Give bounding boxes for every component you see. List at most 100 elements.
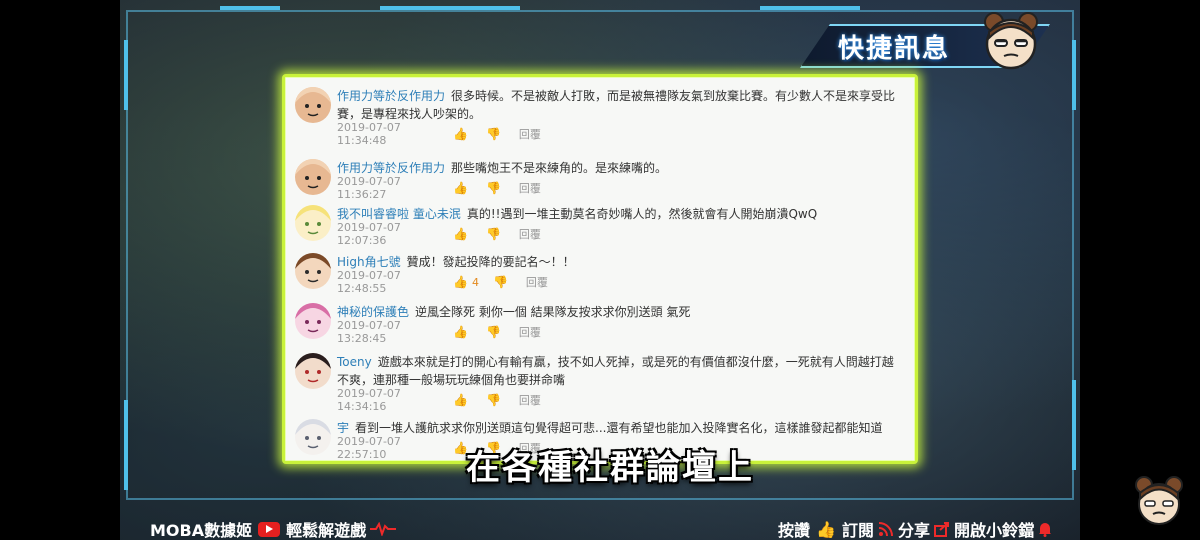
thumbs-down-icon: 👎 [485,393,501,407]
channel-slogan: 輕鬆解遊戲 [286,521,367,540]
comment-timestamp: 2019-07-07 13:28:45 [337,319,401,345]
user-avatar-icon[interactable] [295,419,331,455]
reply-button[interactable]: 回覆 [519,226,541,242]
like-button[interactable]: 👍 4 [453,275,479,289]
video-subtitle: 在各種社群論壇上 [466,448,754,488]
youtube-icon [258,521,281,537]
comment-meta: 2019-07-07 13:28:45 👍 👎 回覆 [337,319,915,345]
channel-footer: MOBA數據姬 輕鬆解遊戲 按讚 👍 訂閱 分享 開啟小鈴鐺 [150,518,1060,540]
comment-meta: 2019-07-07 11:36:27 👍 👎 回覆 [337,175,915,201]
comment-timestamp: 2019-07-07 11:34:48 [337,121,401,147]
comment-username[interactable]: 我不叫睿睿啦 童心未泯 [337,207,461,221]
comment-username[interactable]: Toeny [337,355,372,369]
comment-body: 作用力等於反作用力 很多時候。不是被敵人打敗，而是被無禮隊友氣到放棄比賽。有少數人… [337,87,915,123]
user-avatar-icon[interactable] [295,159,331,195]
comment-item: 作用力等於反作用力 那些嘴炮王不是來練角的。是來練嘴的。 2019-07-07 1… [285,159,915,201]
thumbs-up-icon: 👍 [816,519,836,539]
hud-tick [124,40,128,110]
channel-name: MOBA數據姬 [150,521,253,540]
comment-timestamp: 2019-07-07 11:36:27 [337,175,401,201]
like-button[interactable]: 👍 [453,227,472,241]
comment-timestamp: 2019-07-07 12:48:55 [337,269,401,295]
hud-tick [220,6,280,10]
comment-list-panel: 作用力等於反作用力 很多時候。不是被敵人打敗，而是被無禮隊友氣到放棄比賽。有少數人… [282,74,918,464]
rss-icon [878,522,893,537]
thumbs-down-icon: 👎 [485,181,501,195]
dislike-button[interactable]: 👎 [486,227,501,241]
mascot-face-icon [984,12,1038,70]
subscribe-prompt: 訂閱 [841,521,874,540]
bell-icon [1039,523,1051,537]
comment-meta: 2019-07-07 12:07:36 👍 👎 回覆 [337,221,915,247]
comment-timestamp: 2019-07-07 12:07:36 [337,221,401,247]
reply-button[interactable]: 回覆 [526,274,548,290]
like-count: 4 [471,275,479,289]
reply-button[interactable]: 回覆 [519,324,541,340]
hud-tick [760,6,860,10]
comment-item: 神秘的保護色 逆風全隊死 剩你一個 結果隊友按求求你別送頭 氣死 2019-07-… [285,303,915,345]
comment-text: 那些嘴炮王不是來練角的。是來練嘴的。 [451,161,668,175]
dislike-button[interactable]: 👎 [486,181,501,195]
dislike-button[interactable]: 👎 [486,393,501,407]
dislike-button[interactable]: 👎 [486,127,501,141]
user-avatar-icon[interactable] [295,87,331,123]
comment-item: 我不叫睿睿啦 童心未泯 真的!!遇到一堆主動莫名奇妙嘴人的，然後就會有人開始崩潰Q… [285,205,915,247]
comment-username[interactable]: High角七號 [337,255,401,269]
thumbs-up-icon: 👍 [453,393,468,407]
comment-text: 遊戲本來就是打的開心有輸有贏，技不如人死掉，或是死的有價值都沒什麼，一死就有人問… [337,355,894,387]
thumbs-up-icon: 👍 [453,325,468,339]
comment-username[interactable]: 神秘的保護色 [337,305,409,319]
thumbs-up-icon: 👍 [453,181,468,195]
user-avatar-icon[interactable] [295,303,331,339]
thumbs-down-icon: 👎 [485,127,501,141]
hud-tick [1072,380,1076,470]
like-prompt: 按讚 [778,521,811,540]
corner-mascot-icon [1135,476,1183,525]
user-avatar-icon[interactable] [295,205,331,241]
letterbox-right [1080,0,1200,540]
heartbeat-icon [370,522,397,536]
bell-prompt: 開啟小鈴鐺 [953,521,1034,540]
comment-meta: 2019-07-07 11:34:48 👍 👎 回覆 [337,121,915,147]
hud-tick [380,6,520,10]
comment-meta: 2019-07-07 14:34:16 👍 👎 回覆 [337,387,915,413]
reply-button[interactable]: 回覆 [519,180,541,196]
share-prompt: 分享 [897,521,930,540]
comment-timestamp: 2019-07-07 14:34:16 [337,387,401,413]
comment-timestamp: 2019-07-07 22:57:10 [337,435,401,461]
video-frame: 快捷訊息 作用力等於反作用力 很多時候。不是被敵人打敗，而是被無禮隊友氣到放棄比賽… [120,0,1080,540]
comment-username[interactable]: 宇 [337,421,349,435]
thumbs-down-icon: 👎 [492,275,508,289]
comment-item: High角七號 贊成！發起投降的要記名～！！ 2019-07-07 12:48:5… [285,253,915,295]
thumbs-up-icon: 👍 [453,127,468,141]
comment-meta: 2019-07-07 12:48:55 👍 4 👎 回覆 [337,269,915,295]
comment-username[interactable]: 作用力等於反作用力 [337,161,445,175]
comment-body: Toeny 遊戲本來就是打的開心有輸有贏，技不如人死掉，或是死的有價值都沒什麼，一… [337,353,915,389]
comment-text: 真的!!遇到一堆主動莫名奇妙嘴人的，然後就會有人開始崩潰QwQ [466,207,818,221]
section-title: 快捷訊息 [838,33,951,64]
share-icon [933,522,949,537]
like-button[interactable]: 👍 [453,393,472,407]
comment-item: Toeny 遊戲本來就是打的開心有輸有贏，技不如人死掉，或是死的有價值都沒什麼，一… [285,353,915,413]
reply-button[interactable]: 回覆 [519,126,541,142]
comment-item: 作用力等於反作用力 很多時候。不是被敵人打敗，而是被無禮隊友氣到放棄比賽。有少數人… [285,87,915,147]
letterbox-left [0,0,120,540]
thumbs-down-icon: 👎 [485,325,501,339]
comment-text: 逆風全隊死 剩你一個 結果隊友按求求你別送頭 氣死 [415,305,691,319]
reply-button[interactable]: 回覆 [519,392,541,408]
thumbs-down-icon: 👎 [485,227,501,241]
comment-text: 贊成！發起投降的要記名～！！ [406,255,575,269]
comment-username[interactable]: 作用力等於反作用力 [337,89,445,103]
hud-tick [1072,40,1076,110]
thumbs-up-icon: 👍 [453,227,468,241]
dislike-button[interactable]: 👎 [486,325,501,339]
thumbs-up-icon: 👍 [453,275,468,289]
like-button[interactable]: 👍 [453,325,472,339]
dislike-button[interactable]: 👎 [493,275,508,289]
hud-tick [124,400,128,490]
comment-text: 看到一堆人護航求求你別送頭這句覺得超可悲...還有希望也能加入投降實名化，這樣誰… [355,421,883,435]
like-button[interactable]: 👍 [453,127,472,141]
like-button[interactable]: 👍 [453,181,472,195]
user-avatar-icon[interactable] [295,353,331,389]
user-avatar-icon[interactable] [295,253,331,289]
